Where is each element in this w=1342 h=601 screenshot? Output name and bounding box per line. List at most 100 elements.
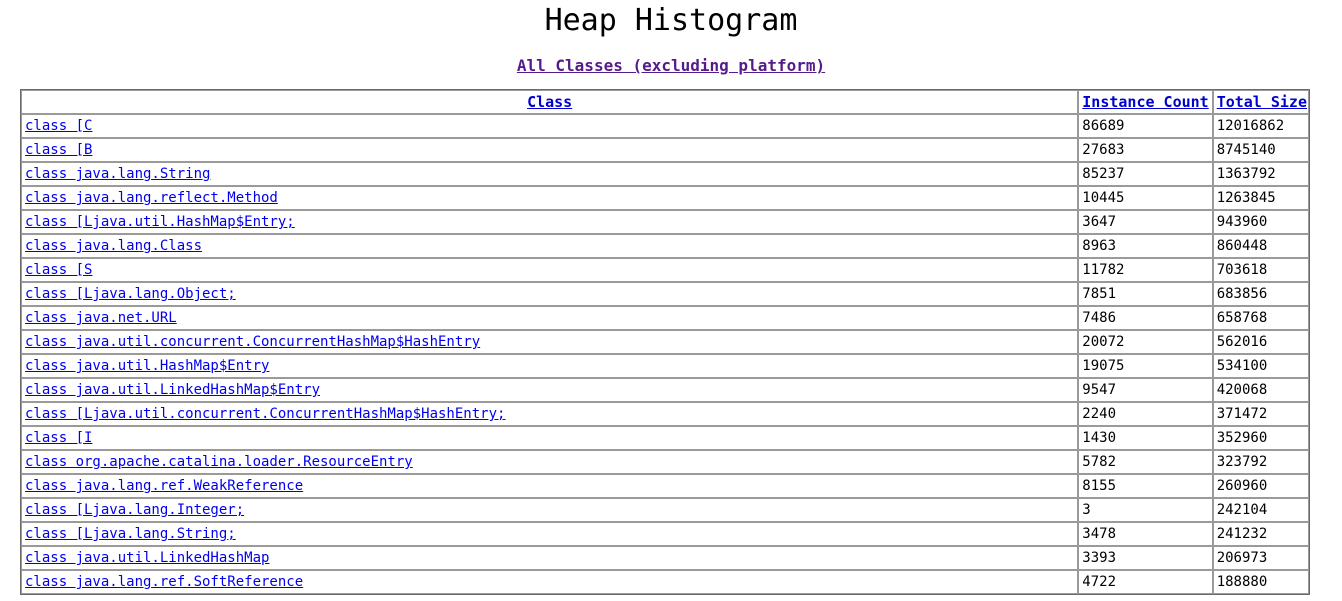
instance-count-value: 7851 bbox=[1082, 286, 1116, 302]
table-row: class java.util.LinkedHashMap 3393 206973 bbox=[21, 546, 1309, 570]
total-size-value: 562016 bbox=[1216, 334, 1268, 350]
cell-total-size: 188880 bbox=[1212, 570, 1309, 594]
class-detail-link[interactable]: class [S bbox=[25, 262, 92, 278]
class-detail-link[interactable]: class org.apache.catalina.loader.Resourc… bbox=[25, 454, 413, 470]
sort-by-instance-count-link[interactable]: Instance Count bbox=[1082, 93, 1208, 111]
table-row: class [Ljava.util.HashMap$Entry; 3647 9439… bbox=[21, 210, 1309, 234]
instance-count-value: 9547 bbox=[1082, 382, 1116, 398]
instance-count-value: 3393 bbox=[1082, 550, 1116, 566]
cell-total-size: 703618 bbox=[1212, 258, 1309, 282]
class-detail-link[interactable]: class [Ljava.lang.Integer; bbox=[25, 502, 244, 518]
instance-count-value: 2240 bbox=[1082, 406, 1116, 422]
cell-instance-count: 1430 bbox=[1078, 426, 1213, 450]
heap-histogram-table: Class Instance Count Total Size class [C… bbox=[20, 89, 1310, 595]
table-row: class [C 86689 12016862 bbox=[21, 114, 1309, 138]
cell-class: class java.lang.ref.SoftReference bbox=[21, 570, 1079, 594]
cell-class: class [B bbox=[21, 138, 1079, 162]
class-detail-link[interactable]: class java.util.concurrent.ConcurrentHas… bbox=[25, 334, 480, 350]
cell-instance-count: 8155 bbox=[1078, 474, 1213, 498]
table-row: class java.lang.reflect.Method 10445 12638… bbox=[21, 186, 1309, 210]
cell-total-size: 352960 bbox=[1212, 426, 1309, 450]
instance-count-value: 8963 bbox=[1082, 238, 1116, 254]
instance-count-value: 7486 bbox=[1082, 310, 1116, 326]
instance-count-value: 3 bbox=[1082, 502, 1091, 518]
cell-class: class [Ljava.lang.String; bbox=[21, 522, 1079, 546]
cell-instance-count: 19075 bbox=[1078, 354, 1213, 378]
cell-class: class java.util.LinkedHashMap bbox=[21, 546, 1079, 570]
total-size-value: 683856 bbox=[1216, 286, 1268, 302]
total-size-value: 860448 bbox=[1216, 238, 1268, 254]
class-detail-link[interactable]: class java.lang.String bbox=[25, 166, 210, 182]
cell-instance-count: 7486 bbox=[1078, 306, 1213, 330]
cell-total-size: 943960 bbox=[1212, 210, 1309, 234]
cell-class: class java.lang.reflect.Method bbox=[21, 186, 1079, 210]
total-size-value: 188880 bbox=[1216, 574, 1268, 590]
total-size-value: 323792 bbox=[1216, 454, 1268, 470]
cell-instance-count: 8963 bbox=[1078, 234, 1213, 258]
cell-class: class [Ljava.lang.Integer; bbox=[21, 498, 1079, 522]
cell-class: class java.lang.String bbox=[21, 162, 1079, 186]
sort-by-class-link[interactable]: Class bbox=[527, 93, 572, 111]
class-detail-link[interactable]: class [B bbox=[25, 142, 92, 158]
cell-instance-count: 3478 bbox=[1078, 522, 1213, 546]
cell-total-size: 241232 bbox=[1212, 522, 1309, 546]
table-row: class [I 1430 352960 bbox=[21, 426, 1309, 450]
total-size-value: 371472 bbox=[1216, 406, 1268, 422]
class-detail-link[interactable]: class [Ljava.lang.String; bbox=[25, 526, 236, 542]
table-row: class java.util.concurrent.ConcurrentHas… bbox=[21, 330, 1309, 354]
column-header-total-size[interactable]: Total Size bbox=[1212, 90, 1309, 114]
sort-by-total-size-link[interactable]: Total Size bbox=[1217, 93, 1307, 111]
column-header-instance-count[interactable]: Instance Count bbox=[1078, 90, 1213, 114]
all-classes-excluding-platform-link[interactable]: All Classes (excluding platform) bbox=[517, 56, 825, 75]
instance-count-value: 86689 bbox=[1082, 118, 1125, 134]
class-detail-link[interactable]: class java.util.LinkedHashMap bbox=[25, 550, 269, 566]
cell-instance-count: 11782 bbox=[1078, 258, 1213, 282]
class-detail-link[interactable]: class [Ljava.util.HashMap$Entry; bbox=[25, 214, 295, 230]
instance-count-value: 20072 bbox=[1082, 334, 1125, 350]
class-detail-link[interactable]: class java.lang.Class bbox=[25, 238, 202, 254]
cell-total-size: 260960 bbox=[1212, 474, 1309, 498]
class-detail-link[interactable]: class java.util.LinkedHashMap$Entry bbox=[25, 382, 320, 398]
cell-total-size: 12016862 bbox=[1212, 114, 1309, 138]
cell-total-size: 1263845 bbox=[1212, 186, 1309, 210]
table-row: class java.lang.Class 8963 860448 bbox=[21, 234, 1309, 258]
cell-instance-count: 2240 bbox=[1078, 402, 1213, 426]
class-detail-link[interactable]: class [Ljava.util.concurrent.ConcurrentH… bbox=[25, 406, 505, 422]
cell-class: class [C bbox=[21, 114, 1079, 138]
total-size-value: 206973 bbox=[1216, 550, 1268, 566]
page-title: Heap Histogram bbox=[544, 3, 798, 38]
cell-instance-count: 3647 bbox=[1078, 210, 1213, 234]
table-row: class java.lang.ref.SoftReference 4722 188… bbox=[21, 570, 1309, 594]
table-row: class java.net.URL 7486 658768 bbox=[21, 306, 1309, 330]
cell-class: class java.util.LinkedHashMap$Entry bbox=[21, 378, 1079, 402]
cell-instance-count: 85237 bbox=[1078, 162, 1213, 186]
cell-class: class java.util.HashMap$Entry bbox=[21, 354, 1079, 378]
instance-count-value: 5782 bbox=[1082, 454, 1116, 470]
total-size-value: 241232 bbox=[1216, 526, 1268, 542]
table-row: class java.lang.String 85237 1363792 bbox=[21, 162, 1309, 186]
total-size-value: 12016862 bbox=[1216, 118, 1285, 134]
total-size-value: 703618 bbox=[1216, 262, 1268, 278]
cell-instance-count: 3393 bbox=[1078, 546, 1213, 570]
cell-class: class org.apache.catalina.loader.Resourc… bbox=[21, 450, 1079, 474]
cell-total-size: 683856 bbox=[1212, 282, 1309, 306]
cell-class: class [Ljava.util.HashMap$Entry; bbox=[21, 210, 1079, 234]
cell-class: class java.util.concurrent.ConcurrentHas… bbox=[21, 330, 1079, 354]
class-detail-link[interactable]: class [I bbox=[25, 430, 92, 446]
total-size-value: 534100 bbox=[1216, 358, 1268, 374]
class-detail-link[interactable]: class java.util.HashMap$Entry bbox=[25, 358, 269, 374]
class-detail-link[interactable]: class [C bbox=[25, 118, 92, 134]
class-detail-link[interactable]: class java.lang.reflect.Method bbox=[25, 190, 278, 206]
instance-count-value: 8155 bbox=[1082, 478, 1116, 494]
total-size-value: 1263845 bbox=[1216, 190, 1276, 206]
cell-total-size: 323792 bbox=[1212, 450, 1309, 474]
class-detail-link[interactable]: class java.net.URL bbox=[25, 310, 177, 326]
cell-instance-count: 86689 bbox=[1078, 114, 1213, 138]
class-detail-link[interactable]: class [Ljava.lang.Object; bbox=[25, 286, 236, 302]
column-header-class[interactable]: Class bbox=[21, 90, 1079, 114]
table-row: class [B 27683 8745140 bbox=[21, 138, 1309, 162]
total-size-value: 8745140 bbox=[1216, 142, 1276, 158]
class-detail-link[interactable]: class java.lang.ref.SoftReference bbox=[25, 574, 303, 590]
class-detail-link[interactable]: class java.lang.ref.WeakReference bbox=[25, 478, 303, 494]
instance-count-value: 11782 bbox=[1082, 262, 1125, 278]
